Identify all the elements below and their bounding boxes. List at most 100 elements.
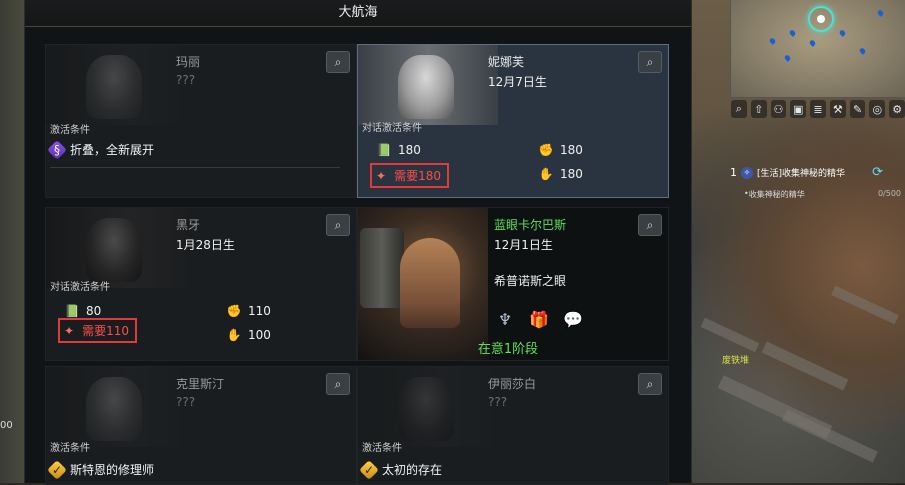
stat-value: 100 xyxy=(248,328,271,342)
condition-item: ✓ 斯特恩的修理师 xyxy=(47,459,155,480)
condition-item: § 折叠，全新展开 xyxy=(47,139,155,160)
map-lock-icon[interactable]: ▣ xyxy=(790,100,807,118)
map-tool-icon[interactable]: ⚒ xyxy=(829,100,846,118)
required-value: ✦ 需要180 xyxy=(370,163,449,188)
npc-silhouette xyxy=(398,377,454,441)
stat-fist: ✊ 110 xyxy=(224,304,271,318)
map-layers-icon[interactable]: ≣ xyxy=(810,100,826,118)
left-edge-number: 00 xyxy=(0,420,13,431)
gift-icon[interactable]: 🎁 xyxy=(528,308,550,330)
condition-text: 太初的存在 xyxy=(382,463,443,477)
npc-name: 伊丽莎白 xyxy=(488,377,537,391)
npc-silhouette xyxy=(86,377,142,441)
condition-text: 斯特恩的修理师 xyxy=(70,463,155,477)
npc-portrait xyxy=(46,45,186,125)
required-value: ✦ 需要110 xyxy=(58,318,137,343)
quest-objective-text: 收集神秘的精华 xyxy=(748,190,805,199)
npc-name: 妮娜芙 xyxy=(488,55,525,69)
npc-birthday: 12月7日生 xyxy=(488,75,547,89)
npc-portrait xyxy=(358,367,498,447)
npc-birthday: ??? xyxy=(488,395,508,409)
npc-card-mary[interactable]: 玛丽 ??? ⌕ 激活条件 § 折叠，全新展开 xyxy=(45,44,357,198)
affinity-fist-icon: ✊ xyxy=(538,143,554,157)
condition-label: 激活条件 xyxy=(362,443,402,454)
stat-value: 180 xyxy=(560,143,583,157)
condition-item: ✓ 太初的存在 xyxy=(359,459,443,480)
quest-type-icon: ✧ xyxy=(741,166,753,179)
stat-fist: ✊ 180 xyxy=(536,143,583,157)
magnifier-icon[interactable]: ⌕ xyxy=(638,51,662,73)
npc-name: 玛丽 xyxy=(176,55,201,69)
affinity-book-icon: 📗 xyxy=(376,143,392,157)
map-search-icon[interactable]: ⌕ xyxy=(731,100,747,118)
condition-label: 对话激活条件 xyxy=(362,123,422,134)
player-marker-icon xyxy=(808,6,834,32)
stat-value: 180 xyxy=(398,143,421,157)
stat-hand: ✋ 100 xyxy=(224,328,271,342)
divider xyxy=(50,167,340,168)
required-text: 需要180 xyxy=(394,169,441,183)
purple-diamond-icon: § xyxy=(47,139,67,160)
npc-silhouette xyxy=(86,218,142,282)
refresh-icon[interactable]: ⟳ xyxy=(872,165,883,180)
npc-card-ninaf[interactable]: 妮娜芙 12月7日生 ⌕ 对话激活条件 📗 180 ✊ 180 ✋ 180 ✦ … xyxy=(357,44,669,198)
chat-bubble-icon[interactable]: 💬 xyxy=(562,308,584,330)
minimap-toolbar: ⌕ ⇧ ⚇ ▣ ≣ ⚒ ✎ ◎ ⚙ xyxy=(731,100,905,120)
stat-book: 📗 180 xyxy=(374,143,421,157)
quest-row[interactable]: 1 ✧ [生活]收集神秘的精华 ⟳ xyxy=(730,165,905,180)
affinity-fist-icon: ✊ xyxy=(226,304,242,318)
sparkle-icon: ✦ xyxy=(376,168,387,183)
quest-objective: • 收集神秘的精华 0/500 xyxy=(744,189,901,199)
affinity-book-icon: 📗 xyxy=(64,304,80,318)
affinity-status: 在意1阶段 xyxy=(477,342,539,357)
magnifier-icon[interactable]: ⌕ xyxy=(326,214,350,236)
stat-hand: ✋ 180 xyxy=(536,167,583,181)
map-compass-icon[interactable]: ◎ xyxy=(869,100,886,118)
magnifier-icon[interactable]: ⌕ xyxy=(326,51,350,73)
npc-birthday: ??? xyxy=(176,395,196,409)
npc-card-blue-eye-karbas[interactable]: 蓝眼卡尔巴斯 12月1日生 ⌕ 希普诺斯之眼 ♆ 🎁 💬 在意1阶段 xyxy=(357,207,669,361)
gold-diamond-icon: ✓ xyxy=(359,459,379,480)
required-text: 需要110 xyxy=(82,324,129,338)
npc-name: 蓝眼卡尔巴斯 xyxy=(494,218,567,232)
npc-name: 克里斯汀 xyxy=(176,377,225,391)
npc-name: 黑牙 xyxy=(176,218,201,232)
map-feather-icon[interactable]: ✎ xyxy=(849,100,866,118)
map-up-icon[interactable]: ⇧ xyxy=(750,100,767,118)
affinity-hand-icon: ✋ xyxy=(538,167,554,181)
map-gear-icon[interactable]: ⚙ xyxy=(889,100,905,118)
condition-label: 对话激活条件 xyxy=(50,282,110,293)
stat-book: 📗 80 xyxy=(62,304,102,318)
npc-portrait xyxy=(46,367,186,447)
npc-action-icons: ♆ 🎁 💬 xyxy=(494,308,584,330)
map-players-icon[interactable]: ⚇ xyxy=(770,100,787,118)
npc-silhouette xyxy=(86,55,142,119)
npc-birthday: ??? xyxy=(176,73,196,87)
condition-label: 激活条件 xyxy=(50,443,90,454)
npc-portrait xyxy=(358,45,498,125)
magnifier-icon[interactable]: ⌕ xyxy=(638,373,662,395)
condition-label: 激活条件 xyxy=(50,125,90,136)
stat-value: 80 xyxy=(86,304,102,318)
npc-card-blackfang[interactable]: 黑牙 1月28日生 ⌕ 对话激活条件 📗 80 ✊ 110 ✋ 100 ✦ 需要… xyxy=(45,207,357,361)
npc-weapon xyxy=(360,228,404,308)
npc-portrait xyxy=(46,208,186,288)
scrap-pile-label: 废铁堆 xyxy=(722,356,750,366)
quest-progress: 0/500 xyxy=(877,189,901,198)
npc-figure xyxy=(400,238,460,328)
condition-text: 折叠，全新展开 xyxy=(70,143,155,157)
quest-number: 1 xyxy=(730,166,737,179)
trident-icon[interactable]: ♆ xyxy=(494,308,516,330)
stat-value: 180 xyxy=(560,167,583,181)
affinity-hand-icon: ✋ xyxy=(226,328,242,342)
gold-diamond-icon: ✓ xyxy=(47,459,67,480)
quest-title: [生活]收集神秘的精华 xyxy=(757,169,846,179)
npc-card-elizabeth[interactable]: 伊丽莎白 ??? ⌕ 激活条件 ✓ 太初的存在 xyxy=(357,366,669,485)
magnifier-icon[interactable]: ⌕ xyxy=(326,373,350,395)
npc-title: 希普诺斯之眼 xyxy=(494,274,567,288)
magnifier-icon[interactable]: ⌕ xyxy=(638,214,662,236)
stat-value: 110 xyxy=(248,304,271,318)
quest-tracker[interactable]: 1 ✧ [生活]收集神秘的精华 ⟳ • 收集神秘的精华 0/500 xyxy=(730,165,905,205)
npc-birthday: 1月28日生 xyxy=(176,238,235,252)
npc-card-christine[interactable]: 克里斯汀 ??? ⌕ 激活条件 ✓ 斯特恩的修理师 xyxy=(45,366,357,485)
